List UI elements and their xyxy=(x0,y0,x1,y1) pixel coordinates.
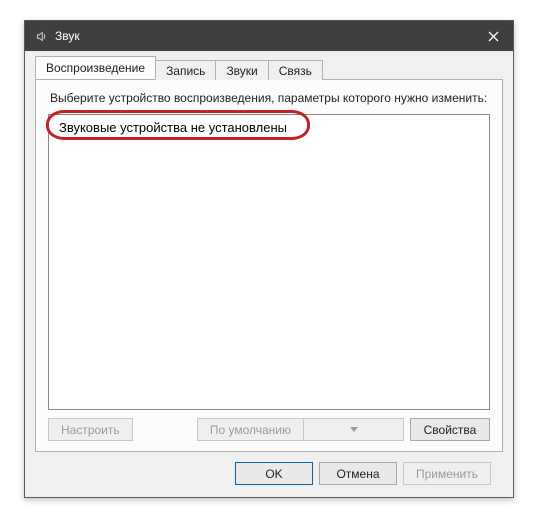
sound-dialog: Звук Воспроизведение Запись Звуки Связь … xyxy=(24,20,514,498)
sound-icon xyxy=(33,28,49,44)
chevron-down-icon xyxy=(350,427,358,432)
tab-strip: Воспроизведение Запись Звуки Связь xyxy=(35,57,503,79)
properties-button[interactable]: Свойства xyxy=(410,418,490,441)
tab-sounds[interactable]: Звуки xyxy=(215,60,268,80)
configure-button[interactable]: Настроить xyxy=(48,418,133,441)
instruction-text: Выберите устройство воспроизведения, пар… xyxy=(50,90,490,106)
device-list[interactable]: Звуковые устройства не установлены xyxy=(48,114,490,410)
tab-record[interactable]: Запись xyxy=(155,60,216,80)
set-default-button[interactable]: По умолчанию xyxy=(197,418,304,441)
dialog-footer: OK Отмена Применить xyxy=(35,452,503,489)
close-button[interactable] xyxy=(473,21,513,51)
set-default-split: По умолчанию xyxy=(197,418,404,441)
titlebar[interactable]: Звук xyxy=(25,21,513,51)
window-title: Звук xyxy=(55,29,473,43)
dialog-body: Воспроизведение Запись Звуки Связь Выбер… xyxy=(25,51,513,497)
cancel-button[interactable]: Отмена xyxy=(319,462,397,485)
ok-button[interactable]: OK xyxy=(235,462,313,485)
tab-playback[interactable]: Воспроизведение xyxy=(35,56,156,79)
set-default-dropdown[interactable] xyxy=(304,418,404,441)
panel-button-row: Настроить По умолчанию Свойства xyxy=(48,418,490,441)
apply-button[interactable]: Применить xyxy=(403,462,491,485)
tab-comm[interactable]: Связь xyxy=(268,60,323,80)
tab-panel-playback: Выберите устройство воспроизведения, пар… xyxy=(35,79,503,452)
no-devices-message: Звуковые устройства не установлены xyxy=(57,120,481,135)
